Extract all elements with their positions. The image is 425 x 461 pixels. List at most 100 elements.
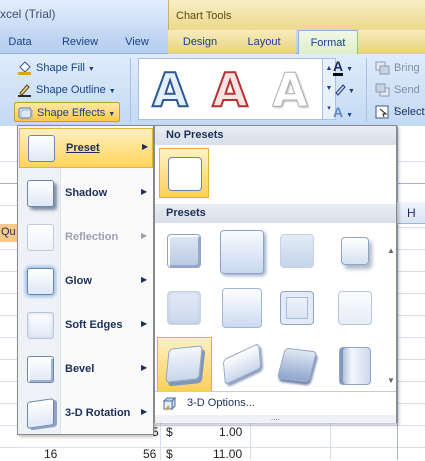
menu-item-3d-rotation[interactable]: 3-D Rotation ▶ (19, 394, 153, 434)
cell-a-row2[interactable]: 16 (44, 447, 57, 461)
preset-tile-5[interactable] (159, 283, 209, 333)
preset-shape (220, 230, 264, 274)
preset-shape (338, 291, 372, 325)
submenu-arrow-icon: ▶ (142, 142, 149, 151)
preset-effect-icon (28, 135, 55, 162)
tab-format[interactable]: Format (298, 30, 358, 55)
text-effects-button[interactable]: A ▼ (330, 102, 353, 122)
preset-shape (167, 234, 201, 268)
header-cell-text: Qu (1, 226, 16, 238)
selection-pane-icon (375, 105, 389, 119)
ribbon-body: Shape Fill ▼ Shape Outline ▼ Shape Effects… (0, 54, 425, 126)
menu-item-label: Glow (65, 275, 92, 287)
preset-tile-1[interactable] (159, 226, 209, 276)
preset-shape (165, 345, 203, 383)
tab-review[interactable]: Review (52, 30, 108, 54)
shape-effects-button[interactable]: Shape Effects ▼ (14, 102, 120, 122)
glow-effect-icon (27, 268, 54, 295)
wordart-style-red[interactable]: A (205, 64, 255, 116)
text-outline-button[interactable]: ▼ (330, 80, 355, 100)
bring-forward-label: Bring (394, 62, 420, 74)
tab-view[interactable]: View (114, 30, 160, 54)
dropdown-arrow-icon: ▼ (108, 111, 116, 118)
wordart-styles-gallery[interactable]: A A A (138, 58, 323, 120)
menu-item-preset[interactable]: Preset ▶ (19, 128, 153, 168)
menu-item-label: Reflection (65, 231, 119, 243)
preset-tile-none[interactable] (159, 148, 209, 198)
text-fill-icon: A (333, 58, 344, 76)
reflection-effect-icon (27, 224, 54, 251)
menu-item-bevel[interactable]: Bevel ▶ (19, 350, 153, 390)
shape-effects-menu: Preset ▶ Shadow ▶ Reflection ▶ Glow ▶ So… (17, 125, 154, 435)
preset-tile-4[interactable] (330, 226, 380, 276)
tab-spacer (358, 30, 425, 54)
preset-shape (341, 237, 369, 265)
menu-item-glow[interactable]: Glow ▶ (19, 262, 153, 302)
gallery-scroll-icon[interactable]: ▼ (387, 376, 395, 385)
menu-item-label: Bevel (65, 363, 95, 375)
preset-shape (276, 347, 318, 383)
selection-pane-label: Select (394, 106, 425, 118)
preset-shape (280, 234, 314, 268)
shape-outline-button[interactable]: Shape Outline ▼ (14, 80, 116, 100)
dropdown-arrow-icon: ▼ (87, 66, 95, 73)
wordart-style-white[interactable]: A (265, 65, 315, 116)
preset-tile-3[interactable] (272, 226, 322, 276)
tab-data[interactable]: Data (0, 30, 40, 54)
resize-grip[interactable]: .... (155, 414, 396, 423)
preset-tile-2[interactable] (214, 226, 270, 276)
preset-tile-7[interactable] (272, 283, 322, 333)
ribbon-group-divider (130, 58, 131, 122)
cell-currency-row2[interactable]: $ (166, 447, 173, 461)
preset-tile-10[interactable] (214, 340, 270, 390)
menu-item-label: 3-D Rotation (65, 407, 131, 419)
preset-tile-8[interactable] (330, 283, 380, 333)
preset-tile-9[interactable] (157, 337, 212, 392)
3d-options-command[interactable]: 3-D Options... (155, 393, 396, 415)
preset-shape (222, 288, 262, 328)
ribbon-tab-bar: Data Review View Design Layout Format (0, 30, 425, 55)
menu-item-label: Preset (66, 142, 100, 154)
menu-item-label: Soft Edges (65, 319, 123, 331)
tab-design[interactable]: Design (168, 30, 232, 54)
bring-forward-button[interactable]: Bring (372, 58, 420, 78)
menu-item-label: Shadow (65, 187, 108, 199)
preset-tile-11[interactable] (272, 340, 322, 390)
title-bar: xcel (Trial) Chart Tools (0, 0, 425, 30)
gallery-scroll-icon[interactable]: ▲ (387, 246, 395, 255)
tab-layout[interactable]: Layout (232, 30, 296, 54)
send-backward-icon (375, 83, 390, 97)
shape-outline-label: Shape Outline (36, 84, 106, 96)
cell-currency-row1[interactable]: $ (166, 425, 173, 439)
pencil-icon (18, 84, 31, 97)
preset-shape (222, 342, 262, 386)
cell-b-row2[interactable]: 56 (143, 447, 156, 461)
pen-icon (335, 84, 346, 96)
text-fill-button[interactable]: A ▼ (330, 58, 353, 78)
bevel-effect-icon (27, 356, 54, 383)
send-backward-button[interactable]: Send t (372, 80, 425, 116)
preset-shape (168, 157, 202, 191)
header-cell-fragment[interactable]: Qu (0, 224, 18, 242)
submenu-arrow-icon: ▶ (141, 319, 148, 328)
column-header-h[interactable]: H (407, 206, 416, 220)
no-presets-header: No Presets (155, 126, 396, 145)
submenu-arrow-icon: ▶ (141, 275, 148, 284)
chart-tools-context-header: Chart Tools (168, 0, 425, 30)
chart-tools-label: Chart Tools (176, 10, 232, 22)
dropdown-arrow-icon: ▼ (346, 112, 354, 119)
bring-forward-icon (375, 61, 390, 75)
shape-effects-icon (18, 107, 33, 120)
presets-header: Presets (155, 204, 396, 223)
selection-pane-button[interactable]: Select (372, 102, 425, 122)
shape-fill-button[interactable]: Shape Fill ▼ (14, 58, 95, 78)
paint-bucket-icon (18, 61, 31, 75)
shape-effects-label: Shape Effects (37, 107, 106, 119)
preset-tile-12[interactable] (330, 340, 380, 390)
cell-amount-row2[interactable]: 11.00 (213, 447, 242, 461)
wordart-style-blue[interactable]: A (145, 64, 195, 116)
preset-tile-6[interactable] (214, 283, 270, 333)
menu-item-shadow[interactable]: Shadow ▶ (19, 174, 153, 214)
cell-amount-row1[interactable]: 1.00 (219, 425, 242, 439)
menu-item-soft-edges[interactable]: Soft Edges ▶ (19, 306, 153, 346)
